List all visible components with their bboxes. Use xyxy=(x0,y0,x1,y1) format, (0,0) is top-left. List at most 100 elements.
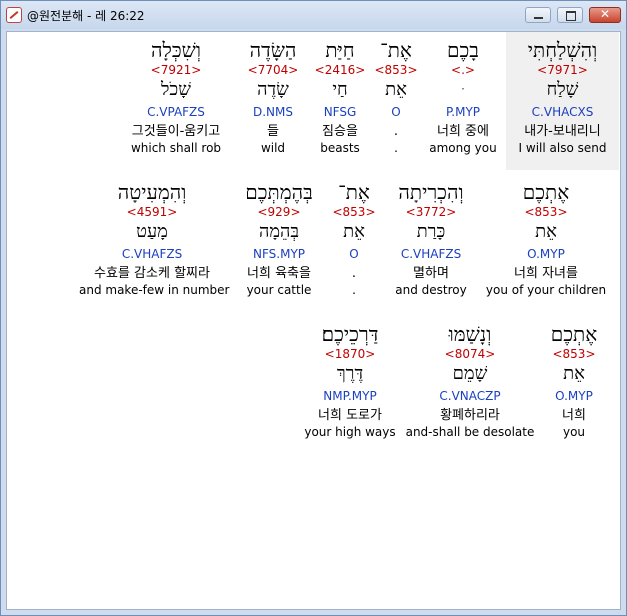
korean-gloss: 너희 중에 xyxy=(437,124,489,139)
english-gloss: beasts xyxy=(320,141,360,155)
english-gloss: which shall rob xyxy=(130,141,222,155)
word-cell[interactable]: וְהִשְׁלַחְתִּי <7971> שָׁלַח C.VHACXS 내… xyxy=(507,37,618,156)
word-cell[interactable]: וְנָשַׁמּוּ <8074> שָׁמֵם C.VNACZP 황폐하리라… xyxy=(405,321,535,440)
morphology-code: C.VHAFZS xyxy=(400,247,462,261)
morphology-code: O.MYP xyxy=(527,247,565,261)
korean-gloss: 짐승을 xyxy=(322,124,358,139)
english-gloss: I will also send xyxy=(518,141,607,155)
word-cell[interactable]: אֶתְכֶם <853> אֵת O.MYP 너희 자녀를 you of yo… xyxy=(485,179,607,298)
morphology-code: O.MYP xyxy=(555,389,593,403)
app-window: @원전분해 - 레 26:22 ✕ וְהִשְׁלַחְתִּי <7971>… xyxy=(0,0,627,616)
english-gloss: . xyxy=(352,283,356,297)
close-button[interactable]: ✕ xyxy=(589,7,621,23)
strong-number[interactable]: <853> xyxy=(537,347,611,362)
hebrew-word: אֶת־ xyxy=(380,38,412,62)
english-gloss: your cattle xyxy=(246,283,312,297)
lemma: שָׁלַח xyxy=(546,79,579,100)
strong-number[interactable]: <8074> xyxy=(405,347,535,362)
morphology-code: P.MYP xyxy=(445,105,481,119)
hebrew-word: וְהִכְרִיתָה xyxy=(398,180,464,204)
strong-number[interactable]: <853> xyxy=(329,205,379,220)
strong-number[interactable]: <853> xyxy=(485,205,607,220)
morphology-code: D.NMS xyxy=(252,105,293,119)
word-cell[interactable]: דַּרְכֵיכֶם׃ <1870> דֶּרֶךְ NMP.MYP 너희 도… xyxy=(299,321,401,440)
english-gloss: among you xyxy=(429,141,497,155)
english-gloss: and make-few in number xyxy=(79,283,230,297)
hebrew-word: הַשָּׂדֶה xyxy=(249,38,297,62)
english-gloss: you xyxy=(562,425,586,439)
lemma: שָׂדֶה xyxy=(257,79,289,100)
morphology-code: C.VPAFZS xyxy=(147,105,205,119)
word-cell[interactable]: וְהִכְרִיתָה <3772> כָּרַת C.VHAFZS 멸하며 … xyxy=(387,179,475,298)
minimize-button[interactable] xyxy=(525,7,551,23)
strong-number[interactable]: <1870> xyxy=(299,347,401,362)
lemma: ּ xyxy=(425,78,501,105)
word-cell[interactable]: אֶתְכֶם <853> אֵת O.MYP 너희 you xyxy=(537,321,611,440)
strong-number[interactable]: <2416> xyxy=(311,63,369,78)
word-cell[interactable]: בָכֶם <.> ּ P.MYP 너희 중에 among you xyxy=(425,37,501,156)
english-gloss: . xyxy=(394,141,398,155)
word-cell[interactable]: הַשָּׂדֶה <7704> שָׂדֶה D.NMS 들 wild xyxy=(237,37,309,156)
lemma: שָׁכֹל xyxy=(161,79,191,100)
korean-gloss: 멸하며 xyxy=(413,266,449,281)
morphology-code: O xyxy=(349,247,359,261)
hebrew-word: אֶתְכֶם xyxy=(522,180,570,204)
korean-gloss: . xyxy=(393,124,399,139)
strong-number[interactable]: <7704> xyxy=(237,63,309,78)
korean-gloss: 너희 xyxy=(562,408,586,423)
strong-number[interactable]: <7921> xyxy=(119,63,233,78)
lemma: בְּהֵמָה xyxy=(258,221,300,242)
hebrew-word: וְשִׁכְּלָה xyxy=(151,38,201,62)
interlinear-panel: וְהִשְׁלַחְתִּי <7971> שָׁלַח C.VHACXS 내… xyxy=(6,31,621,610)
korean-gloss: 황폐하리라 xyxy=(440,408,500,423)
hebrew-word: וְנָשַׁמּוּ xyxy=(448,322,492,346)
hebrew-word: חַיַּת xyxy=(325,38,355,62)
korean-gloss: 내가-보내리니 xyxy=(524,124,601,139)
morphology-code: C.VHACXS xyxy=(531,105,594,119)
word-cell[interactable]: אֶת־ <853> אֵת O . . xyxy=(329,179,379,298)
english-gloss: and-shall be desolate xyxy=(405,425,535,439)
lemma: אֵת xyxy=(535,221,557,242)
hebrew-word: דַּרְכֵיכֶם׃ xyxy=(321,322,379,346)
lemma: חַי xyxy=(332,79,348,100)
korean-gloss: 너희 육축을 xyxy=(247,266,311,281)
hebrew-word: בָכֶם xyxy=(447,38,479,62)
english-gloss: you of your children xyxy=(485,283,607,297)
korean-gloss: . xyxy=(351,266,357,281)
close-icon: ✕ xyxy=(599,7,611,21)
lemma: כָּרַת xyxy=(416,221,446,242)
morphology-code: C.VNACZP xyxy=(439,389,501,403)
morphology-code: NMP.MYP xyxy=(323,389,377,403)
strong-number[interactable]: <.> xyxy=(425,63,501,78)
strong-number[interactable]: <4591> xyxy=(79,205,225,220)
lemma: אֵת xyxy=(385,79,407,100)
word-cell[interactable]: וְשִׁכְּלָה <7921> שָׁכֹל C.VPAFZS 그것들이-… xyxy=(119,37,233,156)
lemma: אֵת xyxy=(343,221,365,242)
morphology-code: NFS.MYP xyxy=(252,247,306,261)
english-gloss: your high ways xyxy=(304,425,396,439)
strong-number[interactable]: <3772> xyxy=(387,205,475,220)
morphology-code: O xyxy=(391,105,401,119)
word-cell[interactable]: חַיַּת <2416> חַי NFSG 짐승을 beasts xyxy=(311,37,369,156)
lemma: מָעַט xyxy=(136,221,168,242)
strong-number[interactable]: <853> xyxy=(371,63,421,78)
maximize-button[interactable] xyxy=(557,7,583,23)
korean-gloss: 그것들이-움키고 xyxy=(131,124,221,139)
lemma: שָׁמֵם xyxy=(452,363,488,384)
word-cell[interactable]: אֶת־ <853> אֵת O . . xyxy=(371,37,421,156)
word-cell[interactable]: בְּהֶמְתְּכֶם <929> בְּהֵמָה NFS.MYP 너희 … xyxy=(233,179,325,298)
english-gloss: and destroy xyxy=(395,283,467,297)
hebrew-word: אֶת־ xyxy=(338,180,370,204)
window-title: @원전분해 - 레 26:22 xyxy=(27,9,145,23)
strong-number[interactable]: <929> xyxy=(233,205,325,220)
app-icon[interactable] xyxy=(6,7,22,23)
hebrew-word: אֶתְכֶם xyxy=(550,322,598,346)
lemma: דֶּרֶךְ xyxy=(336,363,364,384)
strong-number[interactable]: <7971> xyxy=(507,63,618,78)
korean-gloss: 들 xyxy=(267,124,279,139)
title-bar[interactable]: @원전분해 - 레 26:22 ✕ xyxy=(1,1,626,29)
hebrew-word: וְהִשְׁלַחְתִּי xyxy=(527,38,598,62)
hebrew-word: בְּהֶמְתְּכֶם xyxy=(245,180,313,204)
word-cell[interactable]: וְהִמְעִיטָה <4591> מָעַט C.VHAFZS 수효를 감… xyxy=(79,179,230,298)
morphology-code: NFSG xyxy=(323,105,357,119)
